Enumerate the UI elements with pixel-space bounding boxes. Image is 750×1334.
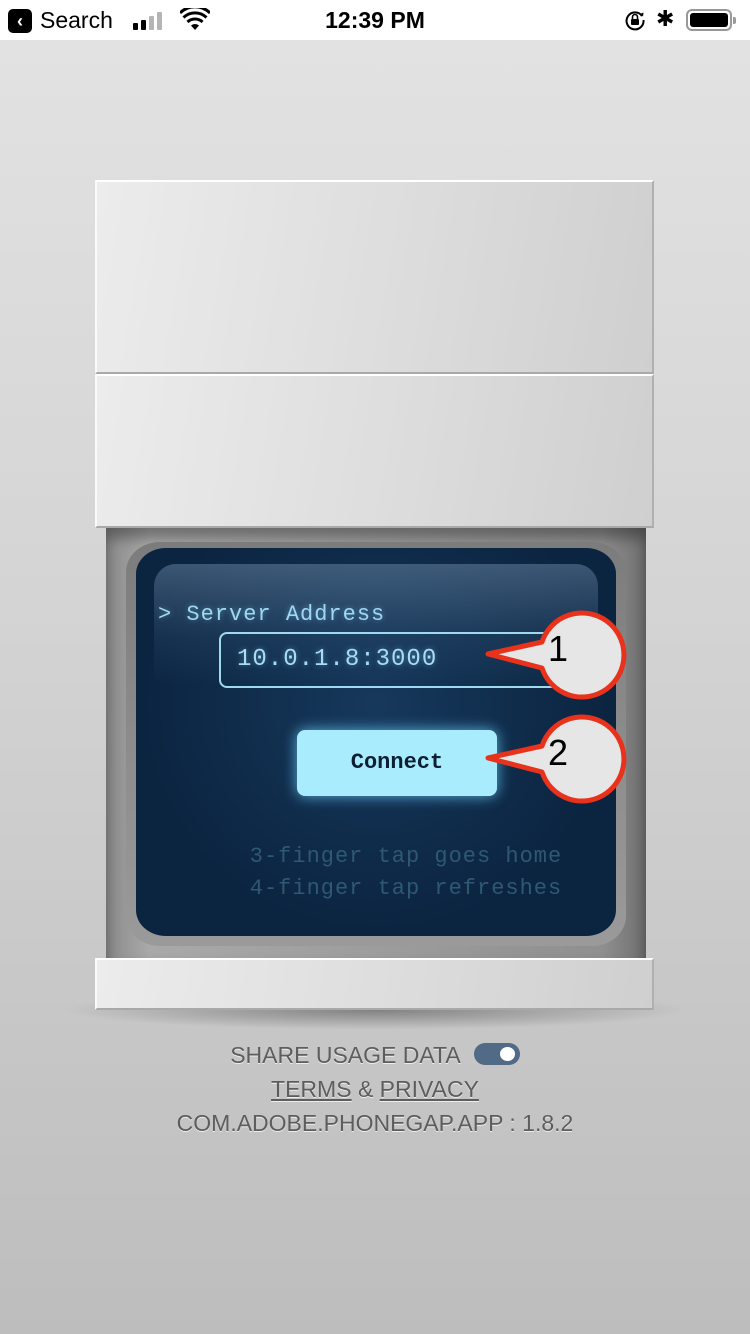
cabinet-base xyxy=(95,958,654,1010)
share-usage-label: SHARE USAGE DATA xyxy=(230,1042,460,1068)
prompt-symbol: > xyxy=(158,602,173,627)
connect-button[interactable]: Connect xyxy=(297,730,497,796)
hint-four-finger: 4-finger tap refreshes xyxy=(249,876,563,901)
callout-number: 2 xyxy=(547,732,569,773)
server-address-heading: Server Address xyxy=(186,602,386,627)
cabinet-drawer-top xyxy=(95,180,654,374)
callout-number: 1 xyxy=(547,628,569,669)
ampersand: & xyxy=(357,1076,374,1102)
share-usage-toggle[interactable] xyxy=(473,1042,520,1065)
legal-links: TERMS & PRIVACY xyxy=(0,1076,750,1103)
server-address-label: > Server Address xyxy=(158,602,385,627)
battery-icon xyxy=(686,9,736,31)
terms-link[interactable]: TERMS xyxy=(271,1076,352,1102)
bluetooth-icon: ✱ xyxy=(656,6,675,31)
share-usage-row: SHARE USAGE DATA xyxy=(0,1042,750,1069)
cabinet-drawer-middle xyxy=(95,374,654,528)
callout-1: 1 xyxy=(485,606,627,702)
callout-2: 2 xyxy=(485,710,627,806)
app-version: COM.ADOBE.PHONEGAP.APP : 1.8.2 xyxy=(176,1110,574,1136)
status-bar: ‹ Search 12:39 PM ✱ xyxy=(0,0,750,40)
rotation-lock-icon xyxy=(625,11,645,31)
privacy-link[interactable]: PRIVACY xyxy=(380,1076,479,1102)
hint-three-finger: 3-finger tap goes home xyxy=(249,844,563,869)
